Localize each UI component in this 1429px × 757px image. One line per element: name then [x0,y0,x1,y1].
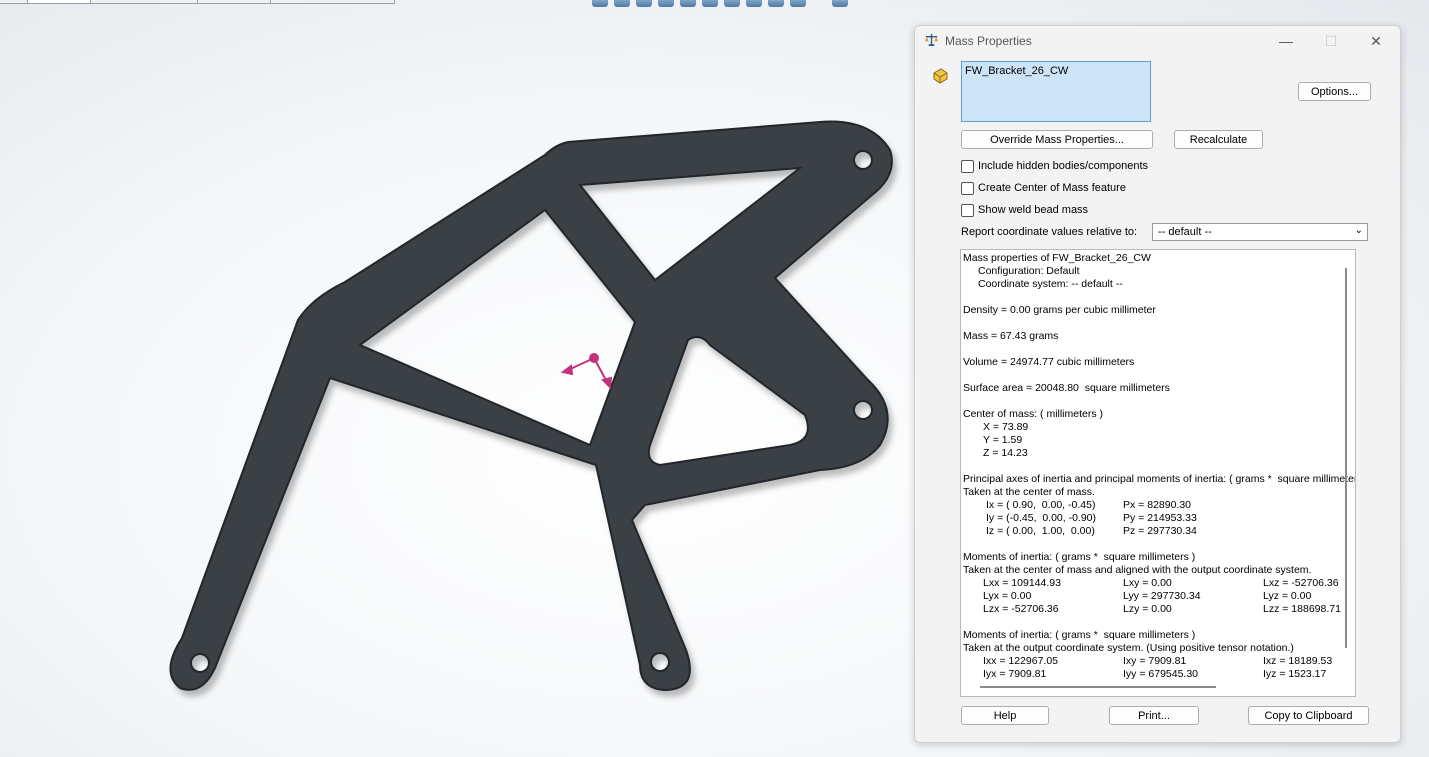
results-density: Density = 0.00 grams per cubic millimete… [963,304,1156,316]
results-lzz: Lzz = 188698.71 [1263,603,1341,615]
results-com-x: X = 73.89 [983,421,1029,433]
options-button[interactable]: Options... [1298,82,1371,101]
results-iyy: Iyy = 679545.30 [1123,668,1199,680]
vertical-scrollbar[interactable] [1345,268,1347,648]
results-lyy: Lyy = 297730.34 [1123,590,1201,602]
results-principal-title: Principal axes of inertia and principal … [963,473,1356,485]
results-configuration: Configuration: Default [978,265,1080,277]
results-moi2-taken: Taken at the output coordinate system. (… [963,642,1294,654]
results-text-area[interactable]: Mass properties of FW_Bracket_26_CW Conf… [960,249,1356,697]
results-lxz: Lxz = -52706.36 [1263,577,1339,589]
maximize-icon: ☐ [1324,33,1338,49]
selected-items-list[interactable]: FW_Bracket_26_CW [961,61,1151,122]
coordinate-system-select[interactable]: -- default -- ⌄ [1152,223,1368,241]
recalculate-button[interactable]: Recalculate [1174,130,1263,149]
results-iy: Iy = (-0.45, 0.00, -0.90) [986,512,1097,524]
close-icon[interactable]: ✕ [1356,30,1396,52]
coordinate-system-value: -- default -- [1158,226,1212,238]
results-lxy: Lxy = 0.00 [1123,577,1172,589]
results-px: Px = 82890.30 [1123,499,1192,511]
checkbox-label: Include hidden bodies/components [978,160,1149,172]
checkbox-box[interactable] [961,159,974,173]
include-hidden-checkbox[interactable]: Include hidden bodies/components [961,159,1148,173]
results-lyz: Lyz = 0.00 [1263,590,1312,602]
minimize-icon[interactable]: — [1266,30,1306,52]
create-com-feature-checkbox[interactable]: Create Center of Mass feature [961,181,1126,195]
results-ixz: Ixz = 18189.53 [1263,655,1333,667]
results-lyx: Lyx = 0.00 [983,590,1032,602]
override-mass-properties-button[interactable]: Override Mass Properties... [961,130,1153,149]
title-bar[interactable]: Mass Properties — ☐ ✕ [915,26,1400,54]
help-button[interactable]: Help [961,706,1049,725]
horizontal-scrollbar[interactable] [980,686,1216,688]
results-surface-area: Surface area = 20048.80 square millimete… [963,382,1170,394]
results-com-title: Center of mass: ( millimeters ) [963,408,1104,420]
checkbox-box[interactable] [961,181,974,195]
results-ixx: Ixx = 122967.05 [983,655,1059,667]
results-moi1-taken: Taken at the center of mass and aligned … [963,564,1312,576]
print-button[interactable]: Print... [1109,706,1199,725]
copy-to-clipboard-button[interactable]: Copy to Clipboard [1248,706,1369,725]
results-lzx: Lzx = -52706.36 [983,603,1059,615]
selected-item[interactable]: FW_Bracket_26_CW [965,65,1068,77]
bracket-model [169,120,893,692]
results-iyz: Iyz = 1523.17 [1263,668,1327,680]
center-of-mass-triad [560,353,613,390]
results-principal-taken: Taken at the center of mass. [963,486,1095,498]
coordinate-system-label: Report coordinate values relative to: [961,226,1138,238]
results-ix: Ix = ( 0.90, 0.00, -0.45) [986,499,1096,511]
results-com-y: Y = 1.59 [983,434,1023,446]
results-lxx: Lxx = 109144.93 [983,577,1061,589]
checkbox-box[interactable] [961,203,974,217]
checkbox-label: Create Center of Mass feature [978,182,1126,194]
chevron-down-icon: ⌄ [1354,225,1363,236]
results-py: Py = 214953.33 [1123,512,1197,524]
results-ixy: Ixy = 7909.81 [1123,655,1187,667]
results-pz: Pz = 297730.34 [1123,525,1197,537]
checkbox-label: Show weld bead mass [978,204,1089,216]
results-lzy: Lzy = 0.00 [1123,603,1172,615]
dialog-title: Mass Properties [945,34,1032,48]
results-com-z: Z = 14.23 [983,447,1028,459]
show-weld-bead-checkbox[interactable]: Show weld bead mass [961,203,1088,217]
results-mass: Mass = 67.43 grams [963,330,1059,342]
results-volume: Volume = 24974.77 cubic millimeters [963,356,1135,368]
bracket-body [169,120,893,692]
results-iyx: Iyx = 7909.81 [983,668,1047,680]
mass-properties-dialog: Mass Properties — ☐ ✕ FW_Bracket_26_CW O… [914,25,1401,743]
results-coordinate-system: Coordinate system: -- default -- [978,278,1123,290]
results-moi2-title: Moments of inertia: ( grams * square mil… [963,629,1196,641]
results-moi1-title: Moments of inertia: ( grams * square mil… [963,551,1196,563]
mass-properties-icon [924,33,939,47]
results-iz: Iz = ( 0.00, 1.00, 0.00) [986,525,1095,537]
part-icon [933,68,948,84]
results-header: Mass properties of FW_Bracket_26_CW [963,252,1151,264]
